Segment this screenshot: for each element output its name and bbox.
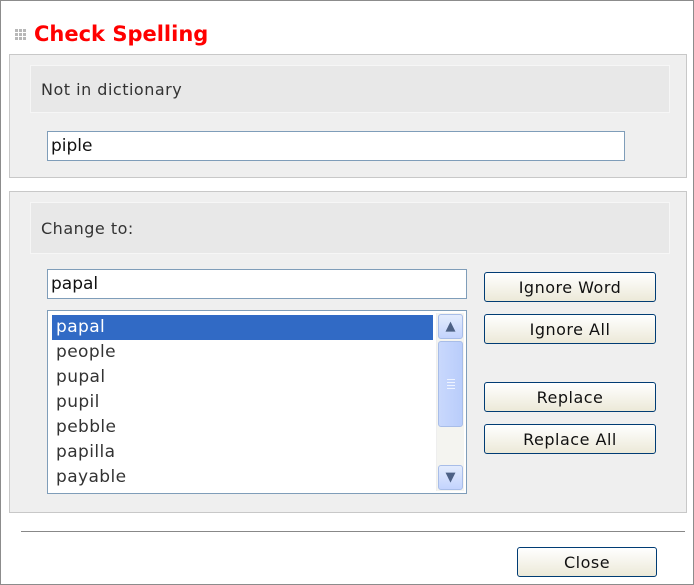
not-in-dictionary-panel: Not in dictionary [9,54,687,178]
suggestion-item[interactable]: people [52,340,433,365]
suggestions-listbox[interactable]: papal people pupal pupil pebble papilla payabl… [47,310,467,494]
chevron-down-icon[interactable]: ▼ [438,465,463,490]
close-button[interactable]: Close [517,547,657,577]
replace-button[interactable]: Replace [484,382,656,412]
not-in-dictionary-field[interactable] [47,131,625,161]
suggestion-item[interactable]: pebble [52,415,433,440]
change-to-label: Change to: [30,202,670,254]
suggestion-item[interactable]: papal [52,315,433,340]
scrollbar-thumb[interactable] [438,341,463,427]
not-in-dictionary-label: Not in dictionary [30,65,670,113]
suggestions-list: papal people pupal pupil pebble papilla payabl… [52,315,433,491]
suggestion-item[interactable]: payable [52,465,433,490]
thumb-grip-icon [446,377,455,391]
suggestion-item[interactable]: pupal [52,365,433,390]
suggestion-item[interactable]: papilla [52,440,433,465]
suggestion-item[interactable]: pupil [52,390,433,415]
replace-all-button[interactable]: Replace All [484,424,656,454]
change-to-field[interactable] [47,269,467,299]
ignore-word-button[interactable]: Ignore Word [484,272,656,302]
dialog-title: Check Spelling [34,22,209,46]
ignore-all-button[interactable]: Ignore All [484,314,656,344]
suggestions-scrollbar[interactable]: ▲ ▼ [436,313,464,491]
chevron-up-icon[interactable]: ▲ [438,314,463,339]
dialog-title-bar: Check Spelling [15,17,208,51]
grip-dots-icon [15,26,27,42]
footer-divider [21,531,685,533]
change-to-panel: Change to: papalpeoplepupalpupilpebblepa… [9,191,687,513]
spell-check-dialog: Check Spelling Not in dictionary Change … [0,0,694,585]
